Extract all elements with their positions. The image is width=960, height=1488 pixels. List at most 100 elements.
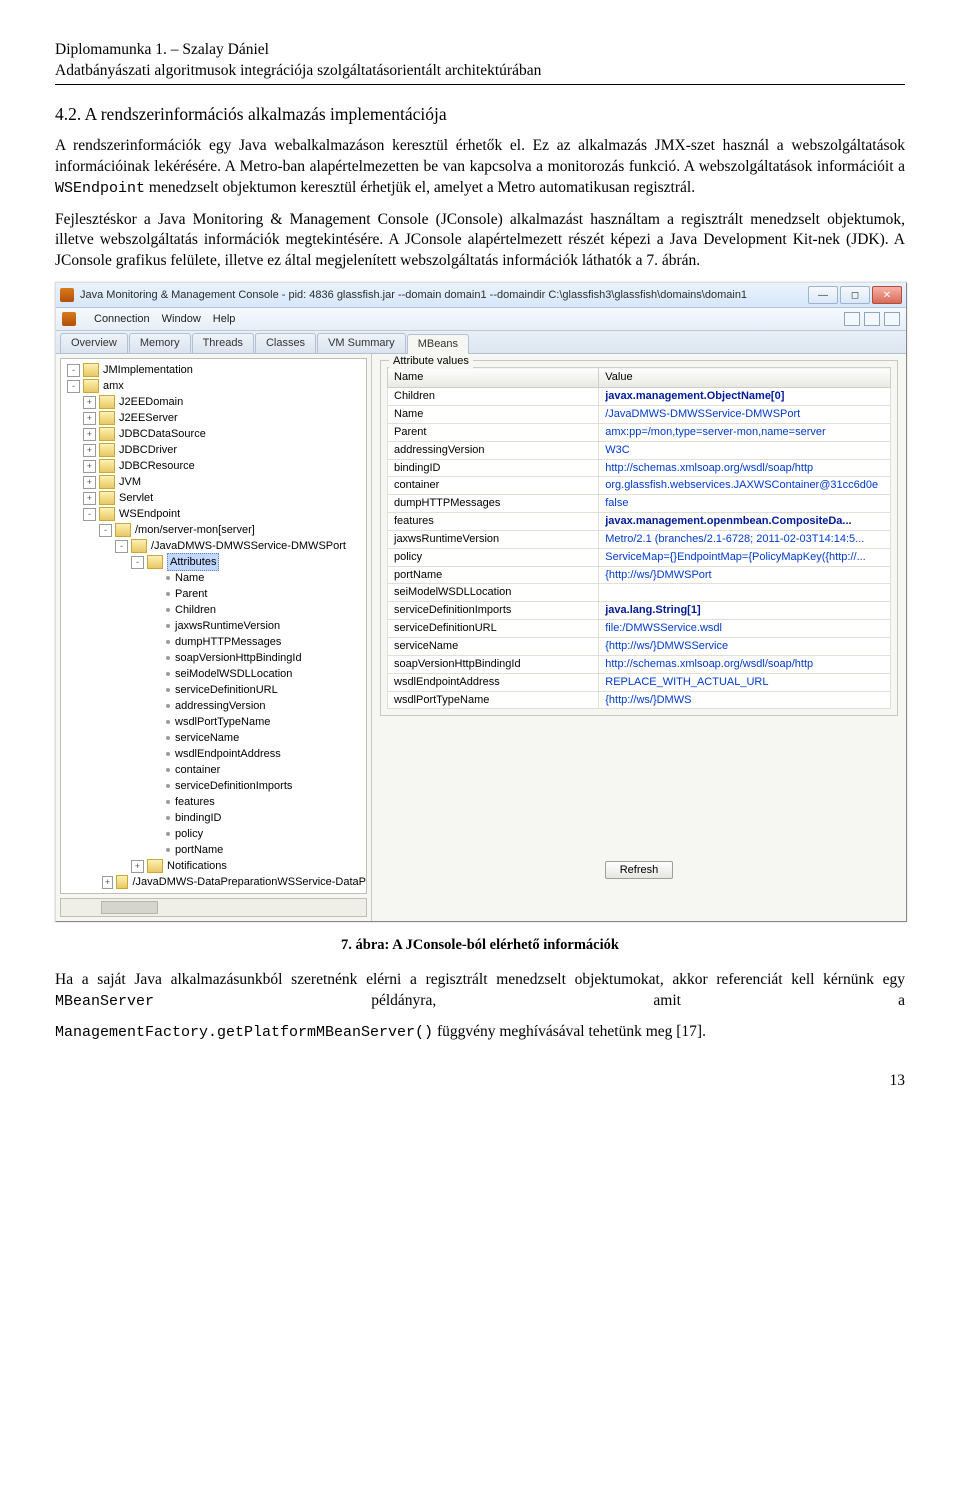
collapse-icon[interactable]: - xyxy=(67,380,80,393)
section-heading-text: A rendszerinformációs alkalmazás impleme… xyxy=(85,104,447,124)
tree-node-label: seiModelWSDLLocation xyxy=(175,666,292,682)
attr-value-cell: W3C xyxy=(599,441,891,459)
expand-icon[interactable]: + xyxy=(83,460,96,473)
attr-name-cell: Name xyxy=(388,406,599,424)
tree-node[interactable]: -WSEndpoint xyxy=(61,506,366,522)
tree-node[interactable]: dumpHTTPMessages xyxy=(61,634,366,650)
tree-node[interactable]: serviceDefinitionImports xyxy=(61,778,366,794)
collapse-icon[interactable]: - xyxy=(83,508,96,521)
mdi-minimize-icon[interactable] xyxy=(844,312,860,326)
tree-node[interactable]: +J2EEDomain xyxy=(61,394,366,410)
maximize-button[interactable]: ◻ xyxy=(840,286,870,304)
tree-node[interactable]: serviceName xyxy=(61,730,366,746)
tree-node[interactable]: +/JavaDMWS-DataPreparationWSService-Data… xyxy=(61,874,366,890)
tab-mbeans[interactable]: MBeans xyxy=(407,334,469,354)
window-titlebar[interactable]: Java Monitoring & Management Console - p… xyxy=(56,283,906,308)
scrollbar-thumb[interactable] xyxy=(101,901,158,914)
column-name[interactable]: Name xyxy=(388,368,599,388)
section-title: 4.2. A rendszerinformációs alkalmazás im… xyxy=(55,103,905,127)
tree-node[interactable]: - Attributes xyxy=(61,554,366,570)
table-row[interactable]: soapVersionHttpBindingIdhttp://schemas.x… xyxy=(388,655,891,673)
mdi-close-icon[interactable] xyxy=(884,312,900,326)
table-row[interactable]: jaxwsRuntimeVersionMetro/2.1 (branches/2… xyxy=(388,530,891,548)
collapse-icon[interactable]: - xyxy=(115,540,128,553)
expand-icon[interactable]: + xyxy=(83,444,96,457)
refresh-button[interactable]: Refresh xyxy=(605,861,674,879)
expand-icon[interactable]: + xyxy=(131,860,144,873)
table-row[interactable]: featuresjavax.management.openmbean.Compo… xyxy=(388,513,891,531)
mbean-tree[interactable]: -JMImplementation-amx+J2EEDomain+J2EESer… xyxy=(60,358,367,894)
table-row[interactable]: seiModelWSDLLocation xyxy=(388,584,891,602)
collapse-icon[interactable]: - xyxy=(99,524,112,537)
paragraph-1: A rendszerinformációk egy Java webalkalm… xyxy=(55,136,905,199)
tree-node-label: J2EEServer xyxy=(119,410,178,426)
tab-threads[interactable]: Threads xyxy=(192,333,254,353)
tree-node-label: Attributes xyxy=(167,553,219,571)
tree-node[interactable]: + J2EEServer xyxy=(61,410,366,426)
expand-icon[interactable]: + xyxy=(83,492,96,505)
tree-node[interactable]: Parent xyxy=(61,586,366,602)
menu-window[interactable]: Window xyxy=(162,312,201,327)
tree-node[interactable]: -amx xyxy=(61,378,366,394)
collapse-icon[interactable]: - xyxy=(67,364,80,377)
table-row[interactable]: wsdlPortTypeName{http://ws/}DMWS xyxy=(388,691,891,709)
table-row[interactable]: dumpHTTPMessagesfalse xyxy=(388,495,891,513)
leaf-icon xyxy=(166,784,170,788)
tree-node[interactable]: soapVersionHttpBindingId xyxy=(61,650,366,666)
table-row[interactable]: serviceDefinitionURLfile:/DMWSService.ws… xyxy=(388,620,891,638)
table-row[interactable]: Name/JavaDMWS-DMWSService-DMWSPort xyxy=(388,406,891,424)
tree-node[interactable]: portName xyxy=(61,842,366,858)
tree-node[interactable]: serviceDefinitionURL xyxy=(61,682,366,698)
expand-icon[interactable]: + xyxy=(83,428,96,441)
table-row[interactable]: Parentamx:pp=/mon,type=server-mon,name=s… xyxy=(388,423,891,441)
table-row[interactable]: wsdlEndpointAddressREPLACE_WITH_ACTUAL_U… xyxy=(388,673,891,691)
tree-node[interactable]: seiModelWSDLLocation xyxy=(61,666,366,682)
tree-node[interactable]: features xyxy=(61,794,366,810)
tab-overview[interactable]: Overview xyxy=(60,333,128,353)
column-value[interactable]: Value xyxy=(599,368,891,388)
mdi-restore-icon[interactable] xyxy=(864,312,880,326)
menu-help[interactable]: Help xyxy=(213,312,236,327)
close-button[interactable]: ✕ xyxy=(872,286,902,304)
tree-node[interactable]: -/mon/server-mon[server] xyxy=(61,522,366,538)
tree-node[interactable]: container xyxy=(61,762,366,778)
tree-node[interactable]: +JDBCResource xyxy=(61,458,366,474)
table-row[interactable]: serviceDefinitionImportsjava.lang.String… xyxy=(388,602,891,620)
tree-node[interactable]: jaxwsRuntimeVersion xyxy=(61,618,366,634)
tree-node[interactable]: +JDBCDataSource xyxy=(61,426,366,442)
tree-node-label: addressingVersion xyxy=(175,698,266,714)
expand-icon[interactable]: + xyxy=(102,876,112,889)
tree-node[interactable]: +JDBCDriver xyxy=(61,442,366,458)
table-row[interactable]: addressingVersionW3C xyxy=(388,441,891,459)
table-row[interactable]: serviceName{http://ws/}DMWSService xyxy=(388,637,891,655)
tab-memory[interactable]: Memory xyxy=(129,333,191,353)
tree-node[interactable]: addressingVersion xyxy=(61,698,366,714)
table-row[interactable]: containerorg.glassfish.webservices.JAXWS… xyxy=(388,477,891,495)
tree-node[interactable]: +Notifications xyxy=(61,858,366,874)
attr-value-cell: {http://ws/}DMWSService xyxy=(599,637,891,655)
tree-node[interactable]: wsdlPortTypeName xyxy=(61,714,366,730)
expand-icon[interactable]: + xyxy=(83,412,96,425)
tab-vmsummary[interactable]: VM Summary xyxy=(317,333,406,353)
tree-node[interactable]: +Servlet xyxy=(61,490,366,506)
tab-classes[interactable]: Classes xyxy=(255,333,316,353)
tree-node[interactable]: Name xyxy=(61,570,366,586)
table-row[interactable]: portName{http://ws/}DMWSPort xyxy=(388,566,891,584)
tree-node[interactable]: -JMImplementation xyxy=(61,362,366,378)
menu-connection[interactable]: Connection xyxy=(94,312,150,327)
minimize-button[interactable]: — xyxy=(808,286,838,304)
tree-node[interactable]: bindingID xyxy=(61,810,366,826)
table-row[interactable]: policyServiceMap={}EndpointMap={PolicyMa… xyxy=(388,548,891,566)
table-row[interactable]: bindingIDhttp://schemas.xmlsoap.org/wsdl… xyxy=(388,459,891,477)
tree-node[interactable]: -/JavaDMWS-DMWSService-DMWSPort xyxy=(61,538,366,554)
expand-icon[interactable]: + xyxy=(83,476,96,489)
tree-node[interactable]: wsdlEndpointAddress xyxy=(61,746,366,762)
tree-horizontal-scrollbar[interactable] xyxy=(60,898,367,917)
attr-name-cell: portName xyxy=(388,566,599,584)
expand-icon[interactable]: + xyxy=(83,396,96,409)
tree-node[interactable]: policy xyxy=(61,826,366,842)
collapse-icon[interactable]: - xyxy=(131,556,144,569)
table-row[interactable]: Childrenjavax.management.ObjectName[0] xyxy=(388,388,891,406)
tree-node[interactable]: +JVM xyxy=(61,474,366,490)
tree-node[interactable]: Children xyxy=(61,602,366,618)
